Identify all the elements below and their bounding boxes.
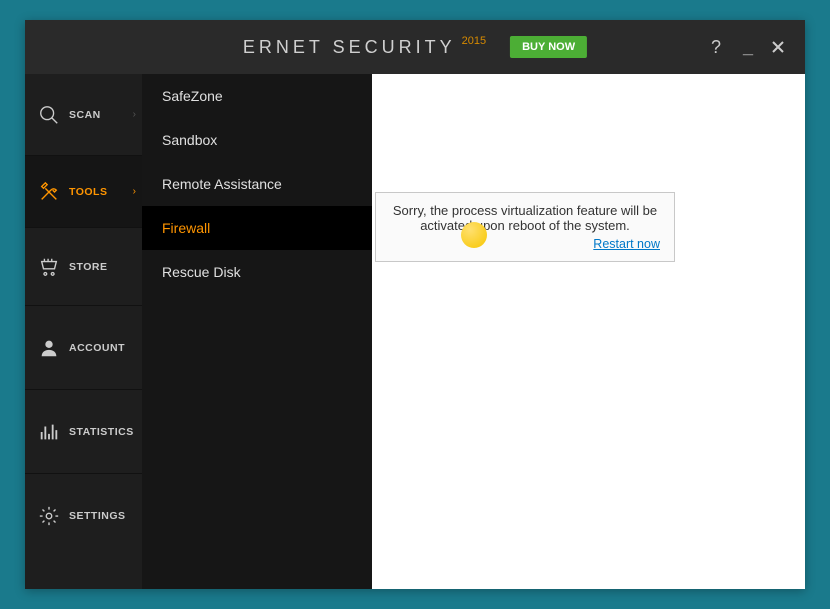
search-icon	[37, 103, 61, 127]
app-title: ERNET SECURITY	[243, 37, 456, 58]
help-icon[interactable]: ?	[707, 37, 725, 58]
app-year: 2015	[462, 35, 486, 47]
sidebar-label: STORE	[69, 261, 107, 273]
sidebar-item-settings[interactable]: SETTINGS	[25, 474, 142, 558]
title-bar: ERNET SECURITY 2015 BUY NOW ? _	[25, 20, 805, 74]
submenu-item-firewall[interactable]: Firewall	[142, 206, 372, 250]
sidebar-label: ACCOUNT	[69, 342, 125, 354]
restart-now-link[interactable]: Restart now	[390, 237, 660, 251]
sidebar: OVERVIEW SCAN › TOOLS › STORE	[25, 74, 142, 589]
sidebar-item-store[interactable]: STORE	[25, 228, 142, 306]
gear-icon	[37, 504, 61, 528]
buy-now-button[interactable]: BUY NOW	[510, 36, 587, 58]
submenu-item-rescue-disk[interactable]: Rescue Disk	[142, 250, 372, 294]
submenu-item-sandbox[interactable]: Sandbox	[142, 118, 372, 162]
title-wrap: ERNET SECURITY 2015 BUY NOW	[243, 36, 587, 58]
warning-icon	[461, 222, 487, 248]
sidebar-label: SCAN	[69, 109, 101, 121]
notification-box: Sorry, the process virtualization featur…	[375, 192, 675, 262]
notification-line: activated upon reboot of the system.	[390, 218, 660, 233]
app-window: ERNET SECURITY 2015 BUY NOW ? _ OVERVIEW	[25, 20, 805, 589]
sidebar-item-scan[interactable]: SCAN ›	[25, 74, 142, 156]
sidebar-label: TOOLS	[69, 186, 107, 198]
chevron-right-icon: ›	[133, 186, 136, 197]
chevron-right-icon: ›	[133, 109, 136, 120]
bars-icon	[37, 420, 61, 444]
sidebar-label: STATISTICS	[69, 426, 134, 438]
submenu-item-remote-assistance[interactable]: Remote Assistance	[142, 162, 372, 206]
close-icon[interactable]	[771, 40, 789, 54]
sidebar-label: SETTINGS	[69, 510, 126, 522]
user-icon	[37, 336, 61, 360]
notification-line: Sorry, the process virtualization featur…	[390, 203, 660, 218]
submenu-item-safezone[interactable]: SafeZone	[142, 74, 372, 118]
window-controls: ? _	[707, 37, 789, 58]
window-body: OVERVIEW SCAN › TOOLS › STORE	[25, 74, 805, 589]
sidebar-item-statistics[interactable]: STATISTICS	[25, 390, 142, 474]
minimize-icon[interactable]: _	[739, 37, 757, 58]
cart-icon	[37, 255, 61, 279]
tools-submenu: SecureLine VPN SafeZone Sandbox Remote A…	[142, 74, 372, 589]
tools-icon	[37, 180, 61, 204]
sidebar-item-account[interactable]: ACCOUNT	[25, 306, 142, 390]
sidebar-item-tools[interactable]: TOOLS ›	[25, 156, 142, 228]
